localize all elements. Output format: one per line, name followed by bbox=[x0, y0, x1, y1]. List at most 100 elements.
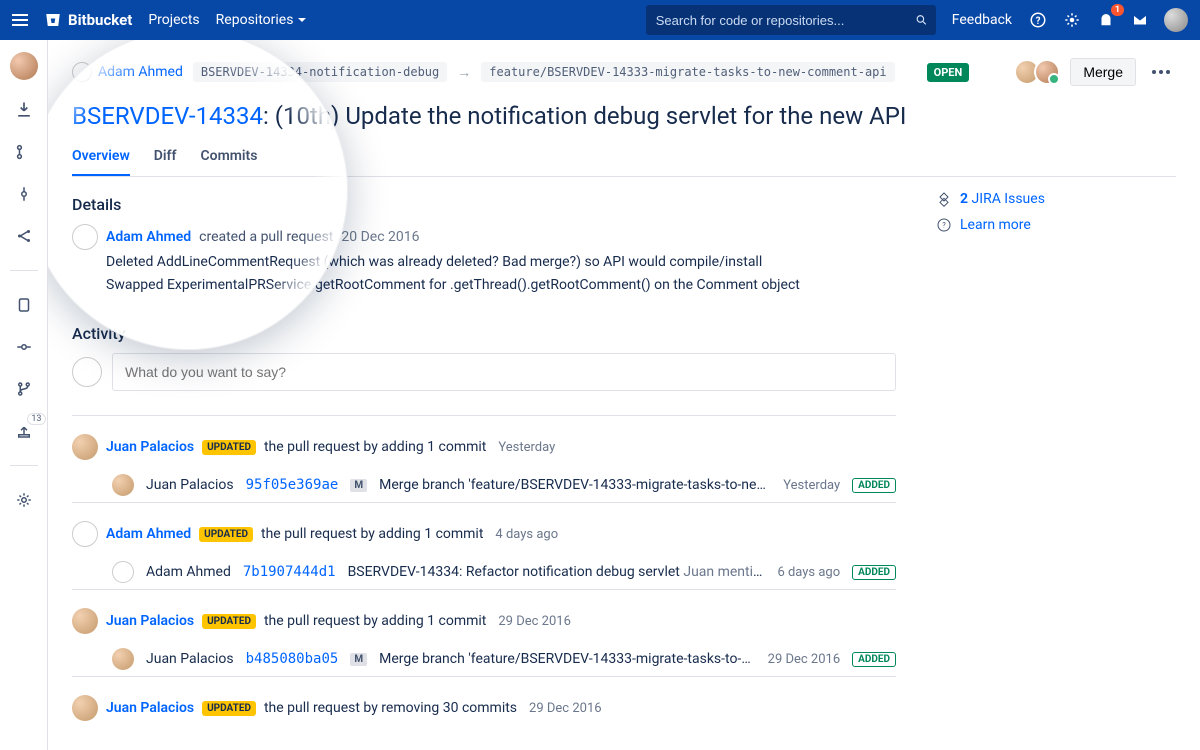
rail-commits-icon[interactable] bbox=[12, 182, 36, 206]
notif-count: 1 bbox=[1111, 4, 1124, 16]
global-search[interactable] bbox=[646, 5, 936, 35]
commit-hash[interactable]: b485080ba05 bbox=[246, 651, 339, 667]
commit-avatar bbox=[112, 561, 134, 583]
rail-pr-count: 13 bbox=[27, 413, 45, 425]
reviewers[interactable] bbox=[1020, 59, 1060, 85]
search-input[interactable] bbox=[654, 12, 907, 29]
comment-input[interactable] bbox=[112, 353, 896, 391]
arrow-right-icon: → bbox=[457, 64, 471, 81]
commit-avatar bbox=[112, 474, 134, 496]
rail-share-icon[interactable] bbox=[12, 224, 36, 248]
approved-check-icon bbox=[1048, 73, 1060, 85]
rail-download-icon[interactable] bbox=[12, 98, 36, 122]
commit-message: BSERVDEV-14334: Refactor notification de… bbox=[348, 564, 766, 580]
inbox-icon[interactable] bbox=[1130, 10, 1150, 30]
activity-avatar bbox=[72, 608, 98, 634]
commit-hash[interactable]: 95f05e369ae bbox=[246, 477, 339, 493]
state-lozenge: OPEN bbox=[927, 63, 970, 82]
commit-row: Adam Ahmed 7b1907444d1 M BSERVDEV-14334:… bbox=[112, 561, 896, 583]
commit-row: Juan Palacios b485080ba05 M Merge branch… bbox=[112, 648, 896, 670]
more-actions-icon[interactable] bbox=[1146, 64, 1176, 80]
commit-when: Yesterday bbox=[783, 478, 840, 493]
search-icon bbox=[915, 13, 928, 27]
activity-badge: UPDATED bbox=[202, 614, 256, 629]
project-avatar[interactable] bbox=[10, 52, 38, 80]
commit-message: Merge branch 'feature/BSERVDEV-14333-mig… bbox=[379, 651, 756, 667]
ticket-key-link[interactable]: BSERVDEV-14334 bbox=[72, 102, 263, 130]
commit-author: Adam Ahmed bbox=[146, 564, 231, 580]
notifications-icon[interactable]: 1 bbox=[1096, 10, 1116, 30]
main-content: Adam Ahmed BSERVDEV-14334-notification-d… bbox=[48, 40, 1200, 750]
app-switcher-icon[interactable] bbox=[12, 14, 28, 26]
tabs: Overview Diff Commits bbox=[72, 140, 1176, 177]
rail-branches-icon[interactable] bbox=[12, 377, 36, 401]
activity-what: the pull request by adding 1 commit bbox=[261, 526, 483, 542]
creator-name[interactable]: Adam Ahmed bbox=[106, 229, 191, 245]
merge-chip: M bbox=[350, 653, 367, 666]
current-user-avatar bbox=[72, 357, 102, 387]
rail-history-icon[interactable] bbox=[12, 335, 36, 359]
learn-more-link[interactable]: ? Learn more bbox=[936, 217, 1176, 233]
nav-repositories[interactable]: Repositories bbox=[216, 12, 307, 28]
author-link[interactable]: Adam Ahmed bbox=[98, 64, 183, 80]
commit-avatar bbox=[112, 648, 134, 670]
rail-files-icon[interactable] bbox=[12, 293, 36, 317]
help-icon: ? bbox=[936, 217, 952, 233]
commit-row: Juan Palacios 95f05e369ae M Merge branch… bbox=[112, 474, 896, 496]
jira-icon bbox=[936, 191, 952, 207]
created-when: 20 Dec 2016 bbox=[341, 229, 419, 245]
activity-what: the pull request by adding 1 commit bbox=[264, 613, 486, 629]
target-branch[interactable]: feature/BSERVDEV-14333-migrate-tasks-to-… bbox=[481, 62, 894, 82]
commit-hash[interactable]: 7b1907444d1 bbox=[243, 564, 336, 580]
left-rail: 13 bbox=[0, 40, 48, 750]
activity-when: Yesterday bbox=[498, 440, 555, 455]
commit-when: 29 Dec 2016 bbox=[768, 652, 841, 667]
activity-avatar bbox=[72, 521, 98, 547]
rail-pullrequests-icon[interactable]: 13 bbox=[12, 419, 36, 443]
tab-diff[interactable]: Diff bbox=[154, 140, 177, 176]
created-verb: created a pull request bbox=[199, 229, 333, 245]
commit-status: ADDED bbox=[852, 565, 896, 580]
jira-issues-link[interactable]: 2 JIRA Issues bbox=[936, 191, 1176, 207]
breadcrumb: Adam Ahmed BSERVDEV-14334-notification-d… bbox=[72, 58, 1176, 86]
settings-icon[interactable] bbox=[1062, 10, 1082, 30]
activity-user[interactable]: Juan Palacios bbox=[106, 439, 194, 455]
activity-user[interactable]: Juan Palacios bbox=[106, 700, 194, 716]
activity-what: the pull request by adding 1 commit bbox=[264, 439, 486, 455]
activity-user[interactable]: Adam Ahmed bbox=[106, 526, 191, 542]
activity-user[interactable]: Juan Palacios bbox=[106, 613, 194, 629]
rail-settings-icon[interactable] bbox=[12, 488, 36, 512]
activity-badge: UPDATED bbox=[202, 440, 256, 455]
activity-when: 29 Dec 2016 bbox=[529, 701, 602, 716]
rail-source-icon[interactable] bbox=[12, 140, 36, 164]
brand[interactable]: Bitbucket bbox=[44, 11, 132, 29]
merge-button[interactable]: Merge bbox=[1070, 58, 1136, 86]
svg-text:?: ? bbox=[1036, 16, 1041, 27]
commit-status: ADDED bbox=[852, 478, 896, 493]
activity-item: Juan Palacios UPDATED the pull request b… bbox=[72, 415, 896, 502]
activity-avatar bbox=[72, 434, 98, 460]
activity-avatar bbox=[72, 695, 98, 721]
tab-commits[interactable]: Commits bbox=[201, 140, 258, 176]
description-line: Deleted AddLineCommentRequest (which was… bbox=[106, 252, 896, 273]
jira-label: JIRA Issues bbox=[972, 191, 1045, 207]
reviewer-avatar[interactable] bbox=[1034, 59, 1060, 85]
creator-avatar bbox=[72, 224, 98, 250]
user-avatar[interactable] bbox=[1164, 8, 1188, 32]
learn-more-label[interactable]: Learn more bbox=[960, 217, 1031, 233]
help-icon[interactable]: ? bbox=[1028, 10, 1048, 30]
bitbucket-logo-icon bbox=[44, 11, 62, 29]
source-branch[interactable]: BSERVDEV-14334-notification-debug bbox=[193, 62, 447, 82]
details-heading: Details bbox=[72, 195, 896, 214]
top-nav: Bitbucket Projects Repositories Feedback… bbox=[0, 0, 1200, 40]
activity-badge: UPDATED bbox=[202, 701, 256, 716]
commit-status: ADDED bbox=[852, 652, 896, 667]
author-avatar[interactable] bbox=[72, 62, 92, 82]
nav-projects[interactable]: Projects bbox=[148, 12, 199, 28]
tab-overview[interactable]: Overview bbox=[72, 140, 130, 176]
description-line: Swapped ExperimentalPRService.getRootCom… bbox=[106, 275, 896, 296]
commit-author: Juan Palacios bbox=[146, 477, 234, 493]
brand-label: Bitbucket bbox=[68, 11, 132, 29]
svg-text:?: ? bbox=[942, 221, 946, 230]
nav-feedback[interactable]: Feedback bbox=[952, 12, 1012, 28]
